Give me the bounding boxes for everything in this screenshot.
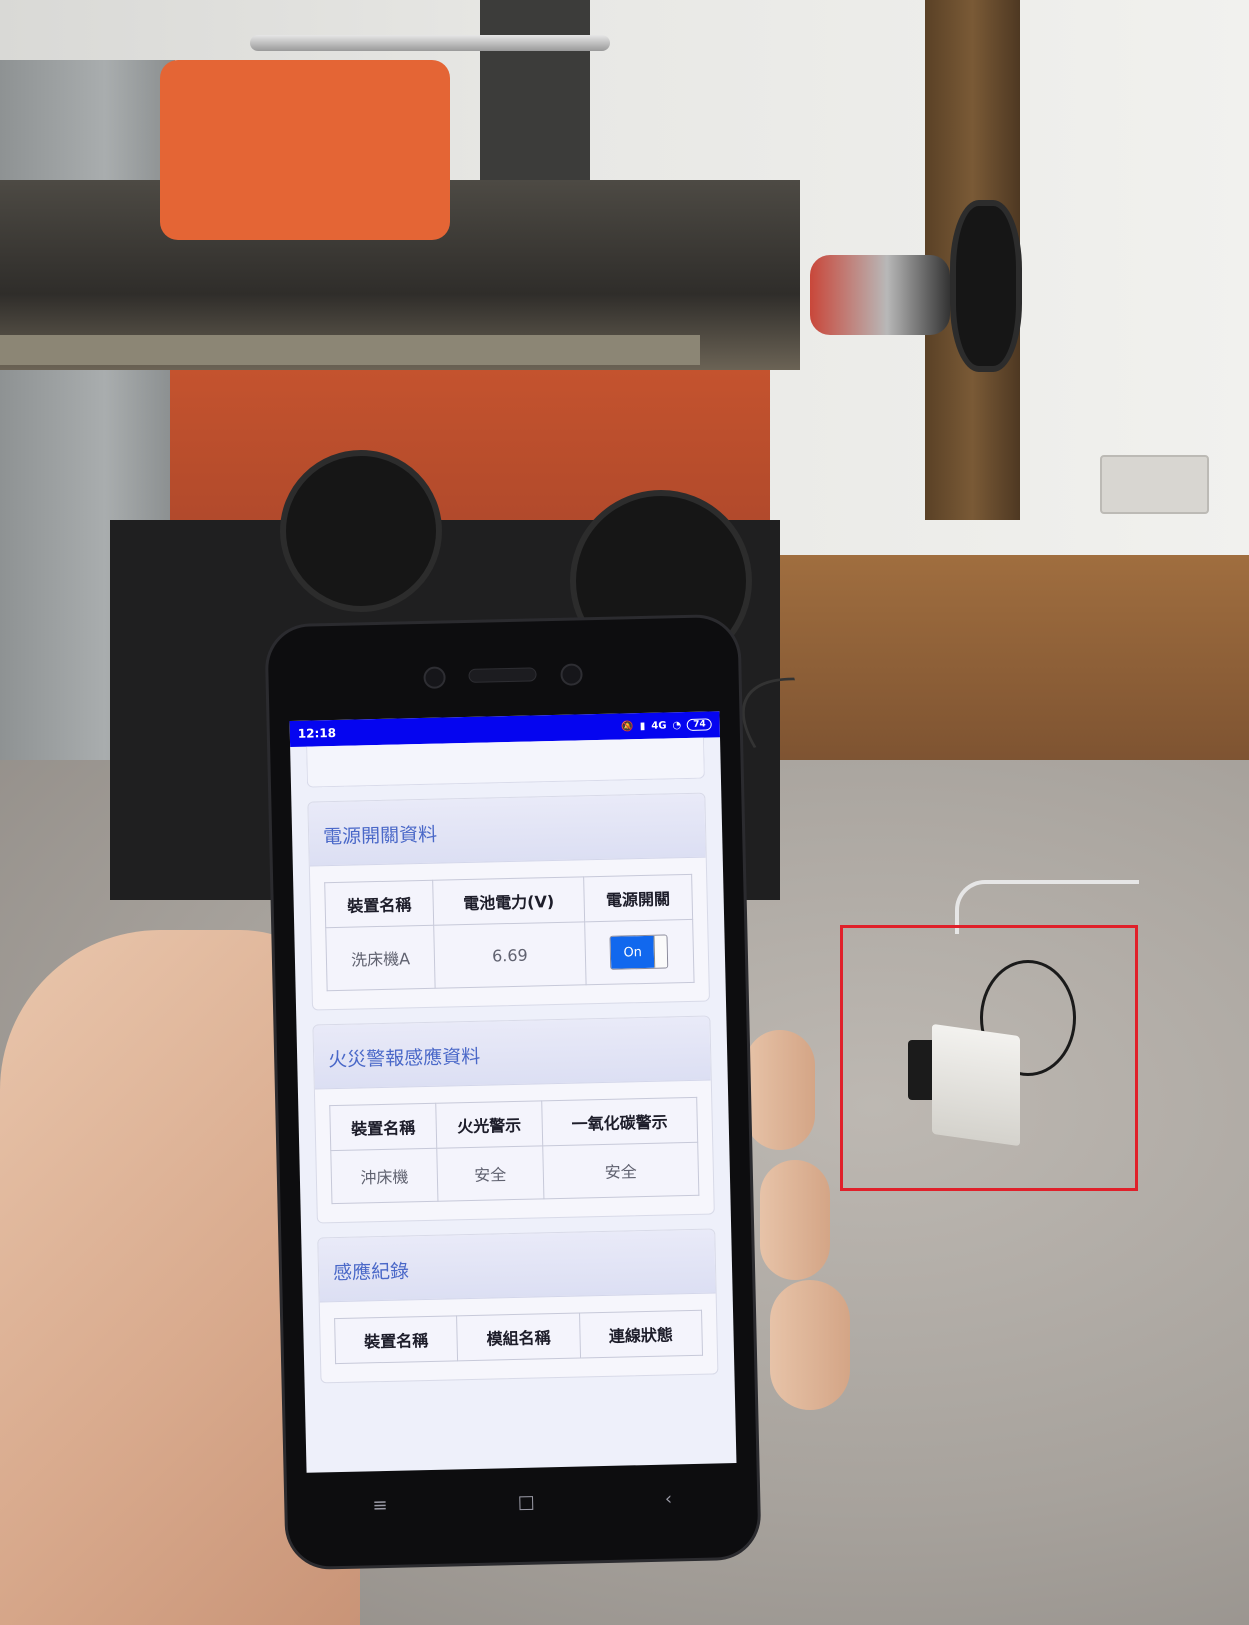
fire-alarm-card: 火災警報感應資料 裝置名稱 火光警示 一氧化碳警示 沖床機 安全 安全	[312, 1015, 715, 1224]
finger	[745, 1030, 815, 1150]
home-icon[interactable]: □	[517, 1491, 534, 1512]
device-name: 洗床機A	[325, 925, 436, 991]
smartphone: 12:18 🔕 ▮ 4G ◔ 74 電源開關資料 裝置名稱 電池電力(V) 電源…	[267, 616, 759, 1568]
column-header: 電池電力(V)	[432, 876, 585, 926]
toggle-label: On	[610, 935, 655, 969]
vise-handle	[250, 35, 610, 51]
sensor-log-table: 裝置名稱 模組名稱 連線狀態	[334, 1309, 704, 1365]
column-header: 模組名稱	[456, 1313, 581, 1361]
front-sensor	[560, 663, 583, 686]
back-icon[interactable]: ‹	[665, 1488, 673, 1509]
power-switch-card: 電源開關資料 裝置名稱 電池電力(V) 電源開關 洗床機A 6.69 On	[307, 792, 710, 1011]
table-row: 洗床機A 6.69 On	[325, 919, 695, 991]
handwheel	[950, 200, 1022, 372]
power-toggle[interactable]: On	[609, 934, 669, 970]
wifi-icon: ◔	[672, 719, 682, 731]
app-content[interactable]: 電源開關資料 裝置名稱 電池電力(V) 電源開關 洗床機A 6.69 On 火災…	[290, 737, 734, 1384]
device-name: 沖床機	[330, 1148, 438, 1204]
milling-machine-column	[480, 0, 590, 200]
column-header: 裝置名稱	[334, 1315, 458, 1364]
card-title: 火災警報感應資料	[313, 1016, 711, 1090]
navigation-bar: ≡ □ ‹	[307, 1467, 738, 1537]
column-header: 電源開關	[583, 874, 693, 922]
previous-card	[306, 737, 705, 788]
column-header: 火光警示	[435, 1100, 543, 1149]
battery-level: 74	[687, 718, 712, 731]
milling-machine-tray	[0, 335, 700, 365]
co-status: 安全	[542, 1142, 699, 1199]
column-header: 裝置名稱	[324, 880, 434, 928]
mute-icon: 🔕	[621, 720, 634, 732]
network-type: 4G	[651, 719, 667, 732]
column-header: 裝置名稱	[329, 1103, 437, 1151]
phone-screen: 12:18 🔕 ▮ 4G ◔ 74 電源開關資料 裝置名稱 電池電力(V) 電源…	[289, 711, 737, 1473]
menu-icon[interactable]: ≡	[372, 1494, 388, 1515]
sensor-log-card: 感應紀錄 裝置名稱 模組名稱 連線狀態	[317, 1228, 719, 1384]
wall-outlet	[1100, 455, 1209, 514]
power-switch-table: 裝置名稱 電池電力(V) 電源開關 洗床機A 6.69 On	[324, 873, 695, 992]
power-switch-cell: On	[584, 919, 695, 985]
table-feed-spindle	[810, 255, 950, 335]
front-camera	[423, 666, 446, 689]
earpiece	[468, 667, 537, 683]
column-header: 連線狀態	[579, 1310, 703, 1359]
finger	[760, 1160, 830, 1280]
table-row: 沖床機 安全 安全	[330, 1142, 699, 1204]
card-title: 感應紀錄	[318, 1229, 716, 1303]
flame-status: 安全	[436, 1145, 544, 1202]
handwheel	[280, 450, 442, 612]
fire-alarm-table: 裝置名稱 火光警示 一氧化碳警示 沖床機 安全 安全	[329, 1096, 700, 1205]
status-time: 12:18	[297, 725, 337, 741]
highlight-box	[840, 925, 1138, 1191]
signal-icon: ▮	[639, 720, 646, 732]
battery-voltage: 6.69	[433, 921, 586, 989]
card-title: 電源開關資料	[308, 793, 706, 867]
finger	[770, 1280, 850, 1410]
toggle-knob	[653, 935, 668, 968]
status-icons: 🔕 ▮ 4G ◔ 74	[621, 718, 712, 732]
column-header: 一氧化碳警示	[541, 1097, 698, 1146]
machine-vise	[160, 60, 450, 240]
